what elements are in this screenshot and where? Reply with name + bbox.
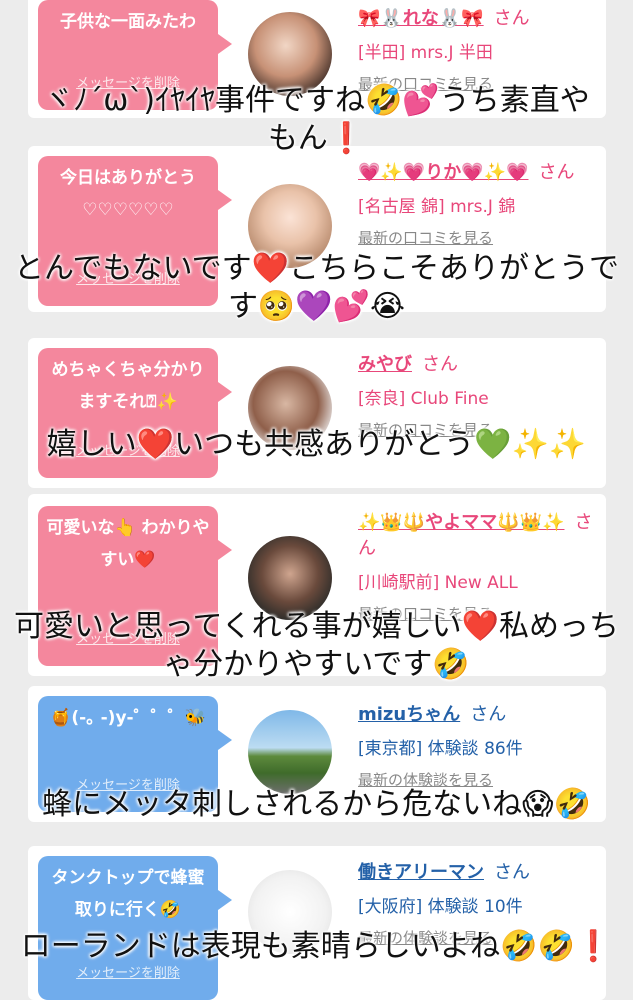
shop-info: [名古屋 錦] mrs.J 錦: [358, 197, 516, 217]
user-name-link[interactable]: mizuちゃん: [358, 704, 460, 725]
honorific: さん: [493, 8, 530, 29]
avatar[interactable]: [248, 710, 332, 794]
honorific: さん: [422, 354, 458, 375]
message-text: 子供な一面みたわ: [60, 12, 196, 32]
message-text: 🍯(-｡ -)y-゜゜゜🐝: [50, 708, 206, 728]
overlay-caption-6: ローランドは表現も素晴らしいよね🤣🤣❗️: [20, 929, 613, 964]
honorific: さん: [470, 704, 507, 725]
user-name-link[interactable]: 💗✨💗りか💗✨💗: [358, 162, 528, 183]
latest-review-link[interactable]: 最新の口コミを見る: [358, 227, 598, 248]
shop-info: [東京都] 体験談 86件: [358, 739, 523, 759]
overlay-caption-2: とんでもないです❤️こちらこそありがとうです🥺💜💕😭: [14, 251, 619, 324]
user-name-link[interactable]: みやび: [358, 354, 412, 375]
shop-info: [川崎駅前] New ALL: [358, 573, 518, 593]
honorific: さん: [538, 162, 575, 183]
message-card-3: めちゃくちゃ分かりますそれ⍰✨ メッセージを削除 みやび さん [奈良] Club…: [28, 338, 606, 488]
message-text: タンクトップで蜂蜜取りに行く🤣: [51, 868, 205, 920]
overlay-caption-1: ヾﾉ´ω`)ｲﾔｲﾔ事件ですね🤣💕うち素直やもん❗️: [43, 83, 590, 156]
user-name-link[interactable]: 働きアリーマン: [358, 862, 484, 883]
overlay-caption-3: 嬉しい❤️いつも共感ありがとう💚✨✨: [46, 427, 587, 462]
message-text: 可愛いな👆 わかりやすい❤️: [46, 518, 210, 570]
overlay-caption-5: 蜂にメッタ刺しされるから危ないね😱🤣: [42, 787, 591, 822]
shop-info: [半田] mrs.J 半田: [358, 43, 493, 63]
overlay-caption-4: 可愛いと思ってくれる事が嬉しい❤️私めっちゃ分かりやすいです🤣: [14, 609, 619, 682]
message-text: 今日はありがとう♡♡♡♡♡♡: [60, 168, 196, 220]
honorific: さん: [494, 862, 530, 883]
message-text: めちゃくちゃ分かりますそれ⍰✨: [51, 360, 205, 412]
shop-info: [奈良] Club Fine: [358, 389, 489, 409]
message-card-6: タンクトップで蜂蜜取りに行く🤣 メッセージを削除 働きアリーマン さん [大阪府]…: [28, 846, 606, 1000]
user-name-link[interactable]: 🎀🐰れな🐰🎀: [358, 8, 484, 29]
shop-info: [大阪府] 体験談 10件: [358, 897, 523, 917]
user-name-link[interactable]: ✨👑🔱やよママ🔱👑✨: [358, 512, 564, 533]
